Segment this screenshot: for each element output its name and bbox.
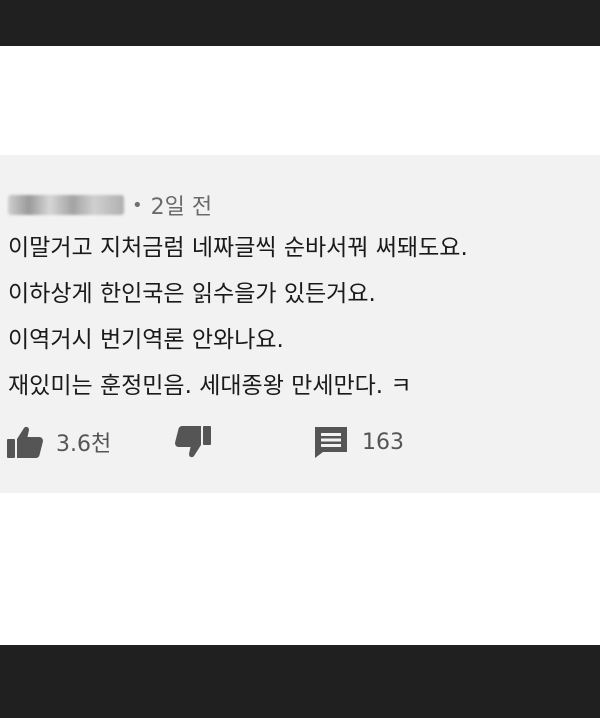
top-frame-bar <box>0 0 600 46</box>
reply-button[interactable]: 163 <box>312 422 404 462</box>
comment-line: 재있미는 훈정민음. 세대종왕 만세만다. ㅋ <box>8 373 412 399</box>
comment-meta: • 2일 전 <box>8 188 212 222</box>
comment-card: • 2일 전 이말거고 지처금럼 네짜글씩 순바서꿔 써돼도요. 이하상게 한인… <box>0 155 600 493</box>
dislike-button[interactable] <box>174 422 212 462</box>
comment-text: 이말거고 지처금럼 네짜글씩 순바서꿔 써돼도요. 이하상게 한인국은 읽수을가… <box>8 225 592 409</box>
bottom-frame-bar <box>0 645 600 718</box>
comment-line: 이하상게 한인국은 읽수을가 있든거요. <box>8 281 376 307</box>
thumbs-down-icon[interactable] <box>174 425 212 459</box>
thumbs-up-icon[interactable] <box>6 425 44 459</box>
reply-count: 163 <box>362 429 404 455</box>
comment-icon[interactable] <box>312 425 350 459</box>
comment-time: 2일 전 <box>150 195 213 220</box>
like-count: 3.6천 <box>56 432 112 457</box>
blurred-username[interactable] <box>8 195 124 215</box>
comment-line: 이말거고 지처금럼 네짜글씩 순바서꿔 써돼도요. <box>8 235 468 261</box>
meta-separator: • <box>132 194 143 216</box>
like-button[interactable]: 3.6천 <box>6 422 111 462</box>
comment-actions: 3.6천 163 <box>6 422 566 462</box>
comment-line: 이역거시 번기역론 안와나요. <box>8 327 284 353</box>
